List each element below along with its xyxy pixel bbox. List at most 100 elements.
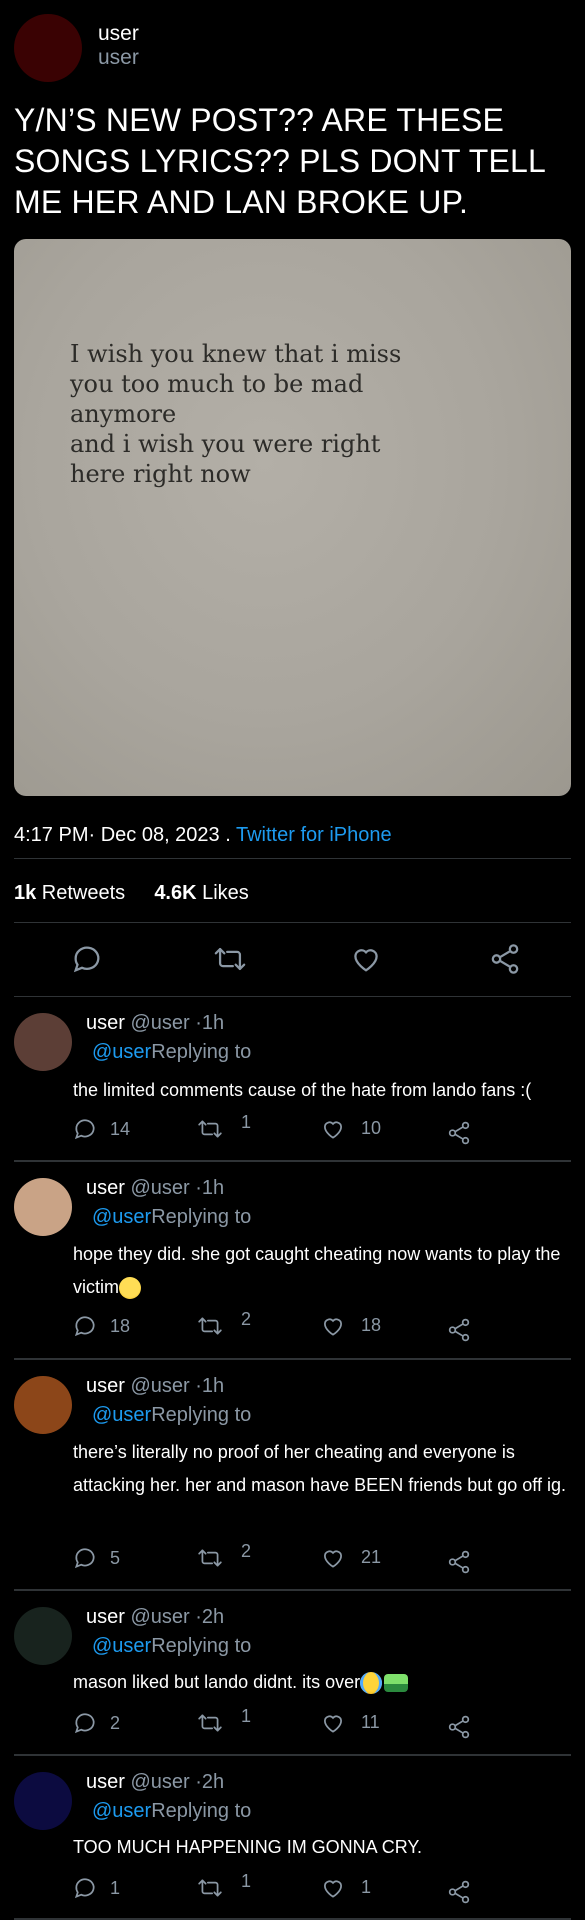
reply-mention-link[interactable]: @user [92,1206,151,1228]
reply-mention-link[interactable]: @user [92,1800,151,1822]
reply-icon[interactable] [72,1116,98,1142]
like-count: 18 [361,1315,382,1335]
retweet-icon[interactable] [197,1710,223,1736]
reply-header: user @user ·2h [86,1771,224,1794]
replying-to-label: Replying to [151,1404,252,1426]
image-line: I wish you knew that i miss [70,340,402,368]
replying-to: @userReplying to [92,1404,251,1427]
divider [14,858,571,859]
share-icon[interactable] [446,1879,472,1905]
reply-author-handle[interactable]: @user [130,1012,189,1034]
like-count: 10 [361,1118,382,1138]
share-icon[interactable] [446,1714,472,1740]
replying-to-label: Replying to [151,1206,252,1228]
retweet-icon[interactable] [213,942,247,976]
share-icon[interactable] [446,1120,472,1146]
like-icon[interactable] [320,1545,346,1571]
like-icon[interactable] [320,1710,346,1736]
retweets-count: 1k [14,882,37,904]
post-image[interactable]: I wish you knew that i miss you too much… [14,239,571,796]
author-avatar[interactable] [14,14,82,82]
reply-header: user @user ·2h [86,1606,224,1629]
reply-text-container: mason liked but lando didnt. its over [73,1666,568,1699]
reply-time: ·2h [195,1606,225,1628]
author-handle[interactable]: user [98,46,139,70]
author-name[interactable]: user [98,22,139,46]
reply-author-handle[interactable]: @user [130,1375,189,1397]
reply-mention-link[interactable]: @user [92,1635,151,1657]
reply-author-name[interactable]: user [86,1177,125,1199]
replying-to: @userReplying to [92,1206,251,1229]
divider [14,922,571,923]
reply-icon[interactable] [72,1875,98,1901]
replying-to-label: Replying to [151,1635,252,1657]
reply-text: hope they did. she got caught cheating n… [73,1244,561,1297]
retweet-icon[interactable] [197,1875,223,1901]
retweets-stat[interactable]: 1k Retweets [14,882,125,904]
post-time: 4:17 PM· Dec 08, 2023 . [14,824,236,846]
share-icon[interactable] [446,1549,472,1575]
divider [14,1358,571,1360]
reply-author-name[interactable]: user [86,1606,125,1628]
share-icon[interactable] [488,942,522,976]
reply-mention-link[interactable]: @user [92,1404,151,1426]
reply-count: 2 [110,1713,121,1733]
reply-author-handle[interactable]: @user [130,1177,189,1199]
reply-author-name[interactable]: user [86,1375,125,1397]
image-line: you too much to be mad [70,370,364,398]
reply-icon[interactable] [72,1545,98,1571]
like-count: 21 [361,1547,382,1567]
reply-text-container: there’s literally no proof of her cheati… [73,1436,568,1502]
likes-count: 4.6K [154,882,197,904]
reply-author-name[interactable]: user [86,1012,125,1034]
like-icon[interactable] [320,1116,346,1142]
reply-icon[interactable] [72,1313,98,1339]
reply-icon[interactable] [72,1710,98,1736]
reply-avatar[interactable] [14,1013,72,1071]
post-source-link[interactable]: Twitter for iPhone [236,824,392,846]
post-meta: 4:17 PM· Dec 08, 2023 . Twitter for iPho… [14,824,392,847]
retweet-icon[interactable] [197,1313,223,1339]
reply-text-container: hope they did. she got caught cheating n… [73,1238,568,1304]
reply-count: 5 [110,1548,121,1568]
likes-stat[interactable]: 4.6K Likes [154,882,249,904]
retweet-icon[interactable] [197,1116,223,1142]
share-icon[interactable] [446,1317,472,1343]
retweet-count: 2 [241,1309,252,1329]
retweet-count: 1 [241,1706,252,1726]
reply-avatar[interactable] [14,1607,72,1665]
divider [14,1160,571,1162]
image-line: anymore [70,400,177,428]
reply-author-handle[interactable]: @user [130,1606,189,1628]
reply-avatar[interactable] [14,1376,72,1434]
like-icon[interactable] [349,942,383,976]
reply-avatar[interactable] [14,1178,72,1236]
retweet-icon[interactable] [197,1545,223,1571]
retweet-count: 1 [241,1871,252,1891]
replying-to: @userReplying to [92,1041,251,1064]
like-icon[interactable] [320,1875,346,1901]
reply-mention-link[interactable]: @user [92,1041,151,1063]
reply-text: TOO MUCH HAPPENING IM GONNA CRY. [73,1837,423,1857]
like-icon[interactable] [320,1313,346,1339]
reply-avatar[interactable] [14,1772,72,1830]
reply-text: there’s literally no proof of her cheati… [73,1442,566,1495]
retweets-label: Retweets [36,882,126,904]
post-text: Y/N’S NEW POST?? ARE THESE SONGS LYRICS?… [14,102,545,220]
reply-text: the limited comments cause of the hate f… [73,1080,532,1100]
reply-icon[interactable] [70,942,104,976]
reply-header: user @user ·1h [86,1012,224,1035]
reply-count: 18 [110,1316,131,1336]
retweet-count: 2 [241,1541,252,1561]
reply-time: ·2h [195,1771,225,1793]
post-stats: 1k Retweets 4.6K Likes [14,882,249,905]
reply-author-handle[interactable]: @user [130,1771,189,1793]
replying-to: @userReplying to [92,1635,251,1658]
reply-count: 1 [110,1878,121,1898]
reply-author-name[interactable]: user [86,1771,125,1793]
divider [14,1589,571,1591]
crying-face-icon [360,1672,383,1695]
reply-header: user @user ·1h [86,1375,224,1398]
image-lyrics: I wish you knew that i miss you too much… [70,339,430,489]
reply-time: ·1h [195,1012,225,1034]
